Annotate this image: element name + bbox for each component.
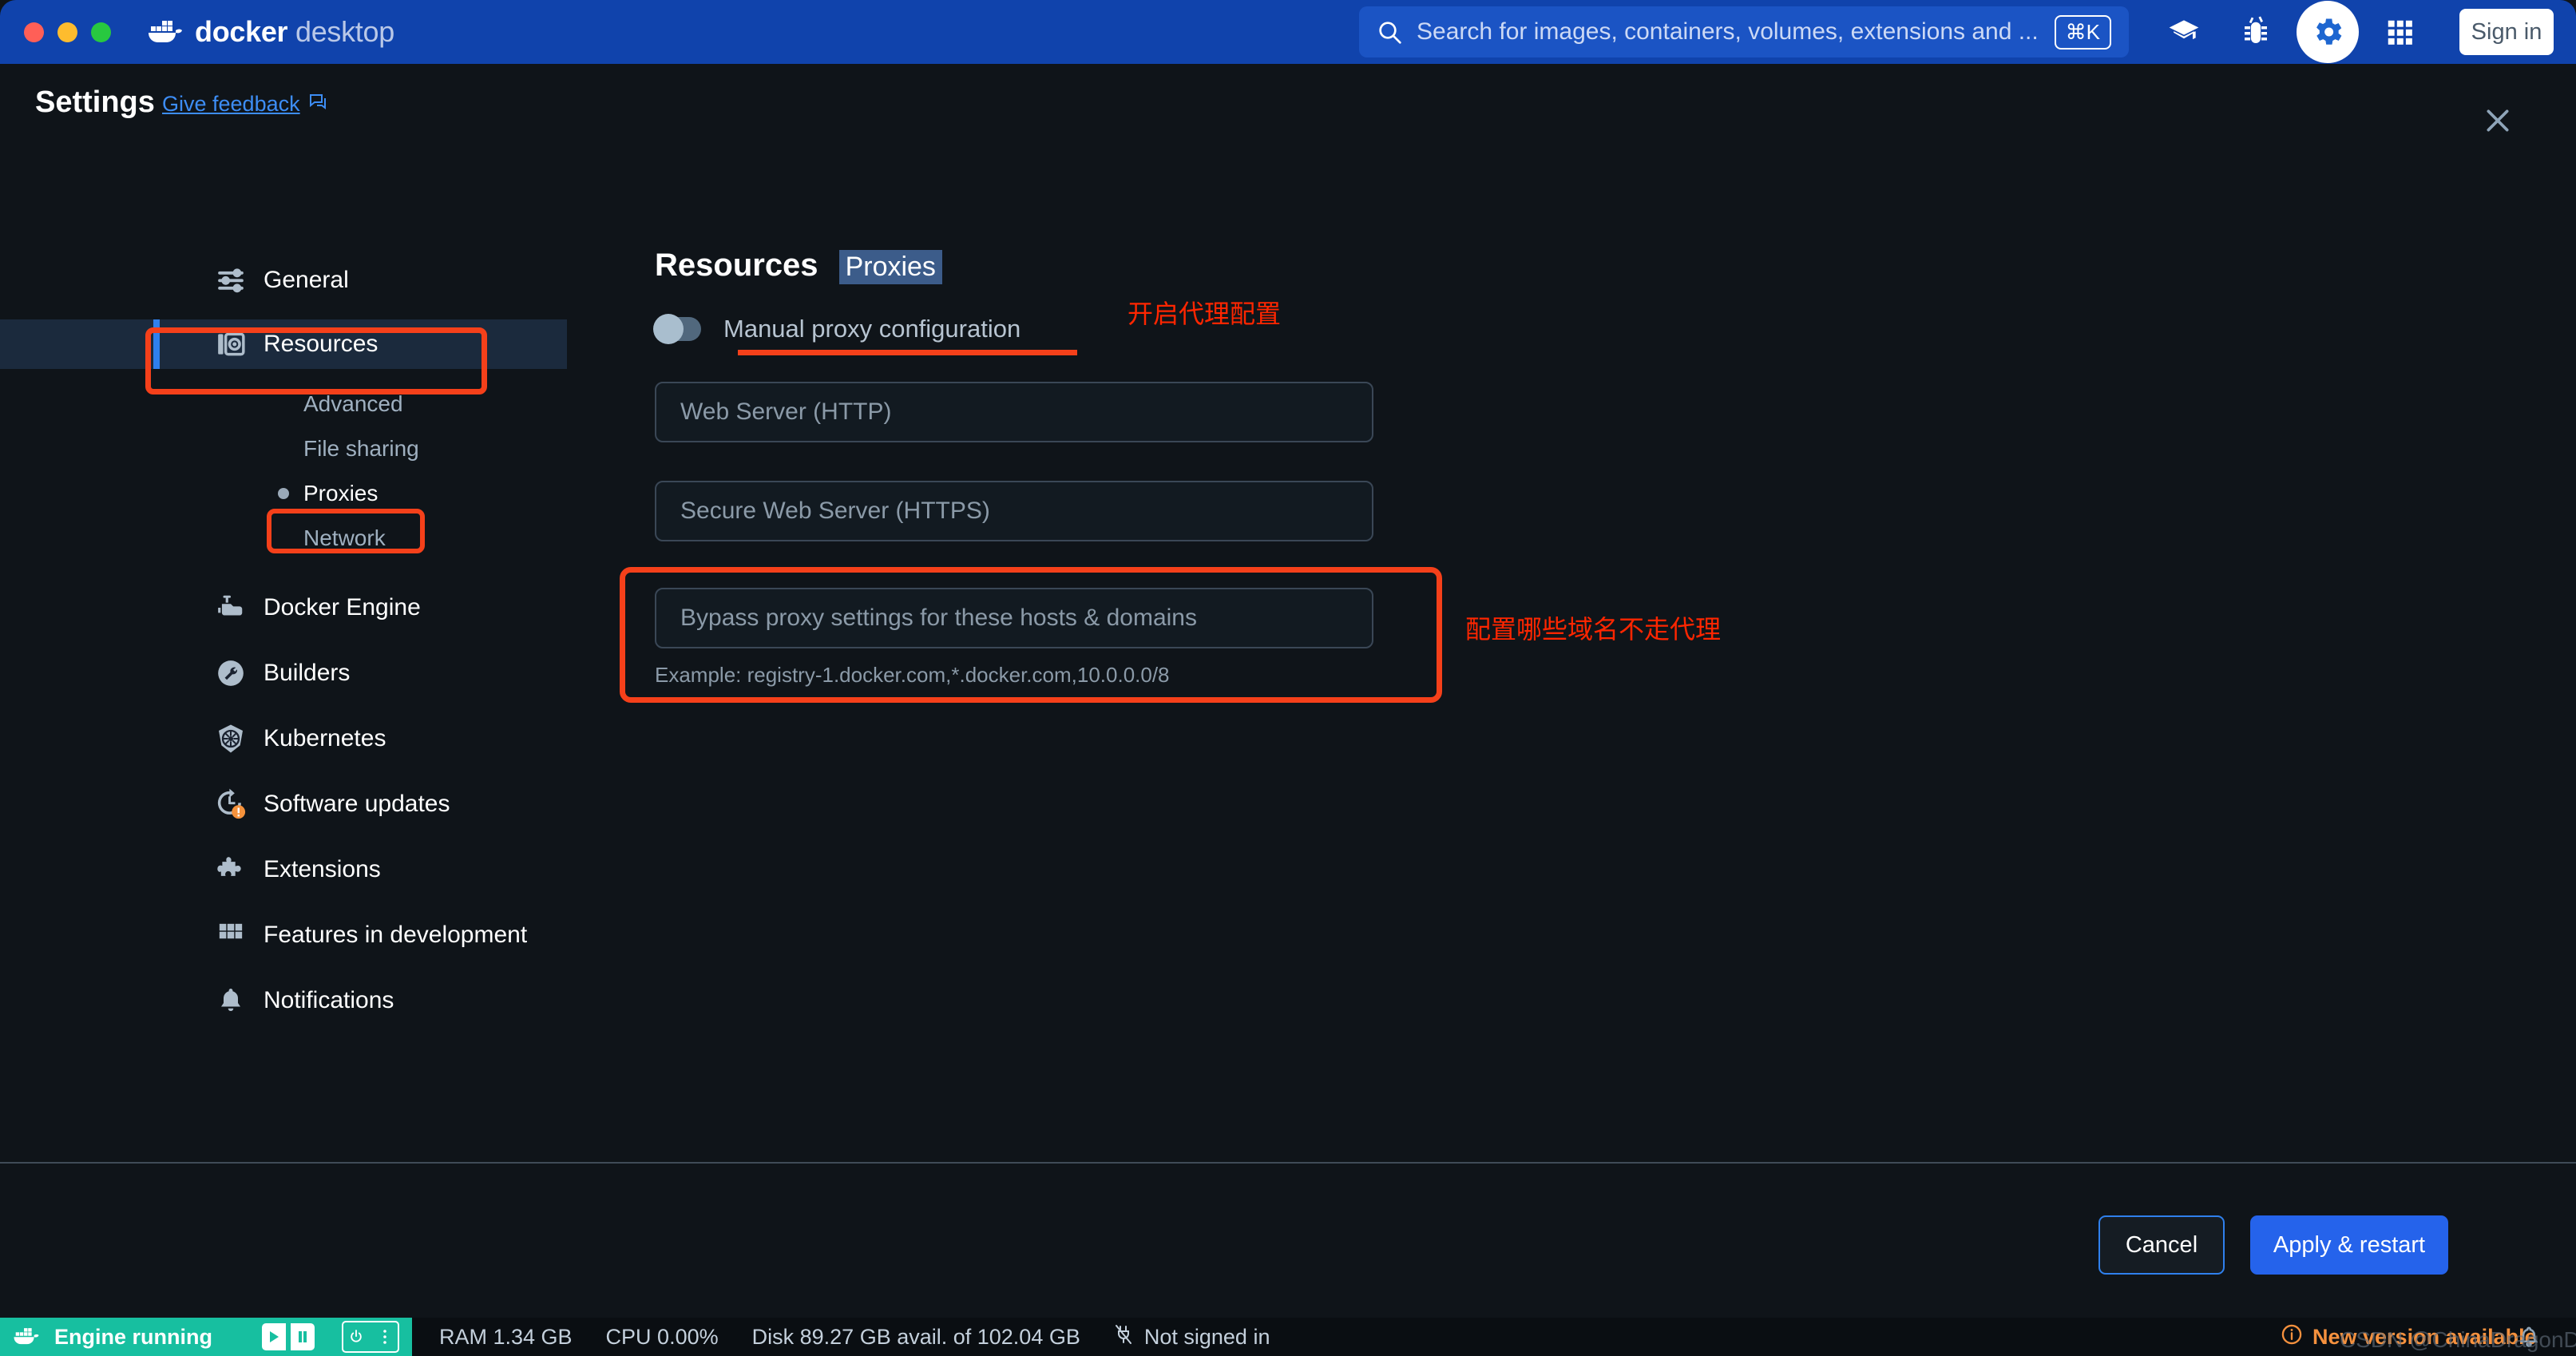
sidebar-item-label: Features in development [264,922,528,948]
account-status[interactable]: Not signed in [1114,1324,1270,1350]
ram-stat: RAM 1.34 GB [438,1324,573,1349]
docker-desktop-logo: docker desktop [147,15,394,49]
apps-grid-icon[interactable] [2364,0,2435,64]
bell-icon [214,984,248,1017]
sidebar-item-label: Extensions [264,856,381,882]
https-proxy-input[interactable]: Secure Web Server (HTTPS) [655,481,1373,541]
puzzle-icon [214,853,248,886]
new-version-label: New version available [2312,1324,2537,1349]
sidebar-item-software-updates[interactable]: Software updates [0,779,567,829]
learning-center-icon[interactable] [2148,0,2220,64]
sidebar-item-builders[interactable]: Builders [0,648,567,698]
settings-header: Settings Give feedback [0,64,2576,144]
overflow-menu-icon[interactable] [372,1322,398,1351]
title-bar: docker desktop Search for images, contai… [0,0,2576,64]
give-feedback-link[interactable]: Give feedback [162,92,327,117]
settings-gear-button[interactable] [2292,0,2364,64]
sidebar-item-kubernetes[interactable]: Kubernetes [0,714,567,763]
gear-icon[interactable] [2297,1,2359,63]
search-icon [1377,19,1402,45]
proxies-settings-panel: Resources Proxies Manual proxy configura… [620,248,1442,703]
wrench-icon [214,656,248,690]
status-bar: Engine running RAM 1.34 GB CPU 0.00% Dis… [0,1318,2576,1356]
search-shortcut-badge: ⌘K [2054,14,2111,50]
close-window-button[interactable] [24,22,44,42]
minimize-window-button[interactable] [57,22,77,42]
manual-proxy-toggle-label: Manual proxy configuration [723,315,1021,343]
sidebar-item-label: Kubernetes [264,725,386,751]
panel-subtab-proxies[interactable]: Proxies [838,250,942,284]
apply-and-restart-button[interactable]: Apply & restart [2250,1215,2448,1275]
window-traffic-lights[interactable] [24,22,111,42]
https-proxy-placeholder: Secure Web Server (HTTPS) [680,498,990,524]
panel-heading: Resources Proxies [655,248,1373,284]
titlebar-icon-group [2148,0,2435,64]
sidebar-item-label: Docker Engine [264,594,421,621]
history-clock-icon [214,787,248,821]
grid-icon [214,918,248,952]
notifications-bell-icon[interactable] [2517,1325,2541,1353]
annotation-box-resources [145,327,487,395]
engine-status-label: Engine running [54,1324,212,1349]
toggle-knob [653,314,684,344]
info-circle-icon [2281,1323,2303,1351]
sidebar-subitem-label: Proxies [303,481,378,506]
bypass-proxy-example-text: Example: registry-1.docker.com,*.docker.… [655,663,1170,687]
sidebar-subitem-file-sharing[interactable]: File sharing [0,426,567,471]
annotation-box-proxies [267,509,425,553]
search-input[interactable]: Search for images, containers, volumes, … [1417,18,2047,46]
sidebar-item-label: Software updates [264,791,450,817]
global-search-bar[interactable]: Search for images, containers, volumes, … [1359,6,2129,57]
sidebar-item-docker-engine[interactable]: Docker Engine [0,583,567,632]
http-proxy-input[interactable]: Web Server (HTTP) [655,382,1373,442]
bypass-proxy-placeholder: Bypass proxy settings for these hosts & … [680,605,1197,631]
sidebar-item-label: Builders [264,660,351,686]
pause-icon[interactable] [290,1323,315,1350]
feedback-bubble-icon [308,92,327,117]
power-icon[interactable] [343,1322,369,1351]
sliders-icon [214,264,248,297]
sidebar-subitem-label: File sharing [303,436,419,461]
manual-proxy-toggle[interactable] [653,314,701,344]
footer-divider [0,1162,2576,1164]
sidebar-item-general[interactable]: General [0,256,567,305]
play-icon[interactable] [261,1323,286,1350]
sidebar-item-label: Notifications [264,987,394,1013]
engine-status-pill: Engine running [0,1318,412,1356]
close-settings-button[interactable] [2479,102,2516,139]
annotation-text-toggle: 开启代理配置 [1127,299,1282,328]
http-proxy-placeholder: Web Server (HTTP) [680,398,892,425]
bug-icon[interactable] [2220,0,2292,64]
resource-stats: RAM 1.34 GB CPU 0.00% Disk 89.27 GB avai… [439,1324,1270,1350]
account-status-label: Not signed in [1143,1324,1270,1349]
annotation-underline-toggle [738,350,1077,355]
selected-bullet-icon [278,488,289,499]
brand-wordmark: docker desktop [195,15,394,48]
maximize-window-button[interactable] [91,22,111,42]
engine-icon [214,591,248,624]
cpu-stat: CPU 0.00% [605,1324,719,1349]
docker-whale-icon [13,1325,40,1350]
sidebar-item-label: General [264,267,349,293]
sign-in-button[interactable]: Sign in [2459,9,2554,55]
page-title: Settings [35,85,155,119]
sidebar-subitem-label: Advanced [303,391,403,416]
cancel-button[interactable]: Cancel [2098,1215,2225,1275]
sidebar-item-features-in-development[interactable]: Features in development [0,910,567,960]
new-version-available-link[interactable]: New version available [2281,1318,2537,1356]
sidebar-item-extensions[interactable]: Extensions [0,845,567,894]
panel-title: Resources [655,248,818,283]
sidebar-item-notifications[interactable]: Notifications [0,976,567,1025]
engine-transport-controls[interactable] [261,1323,315,1350]
engine-power-controls[interactable] [341,1321,399,1353]
bypass-proxy-input[interactable]: Bypass proxy settings for these hosts & … [655,588,1373,648]
disk-stat: Disk 89.27 GB avail. of 102.04 GB [751,1324,1080,1349]
disconnected-plug-icon [1114,1324,1133,1350]
kubernetes-icon [214,722,248,755]
annotation-text-bypass: 配置哪些域名不走代理 [1465,615,1722,644]
docker-whale-icon [147,17,184,48]
give-feedback-label: Give feedback [162,92,300,116]
